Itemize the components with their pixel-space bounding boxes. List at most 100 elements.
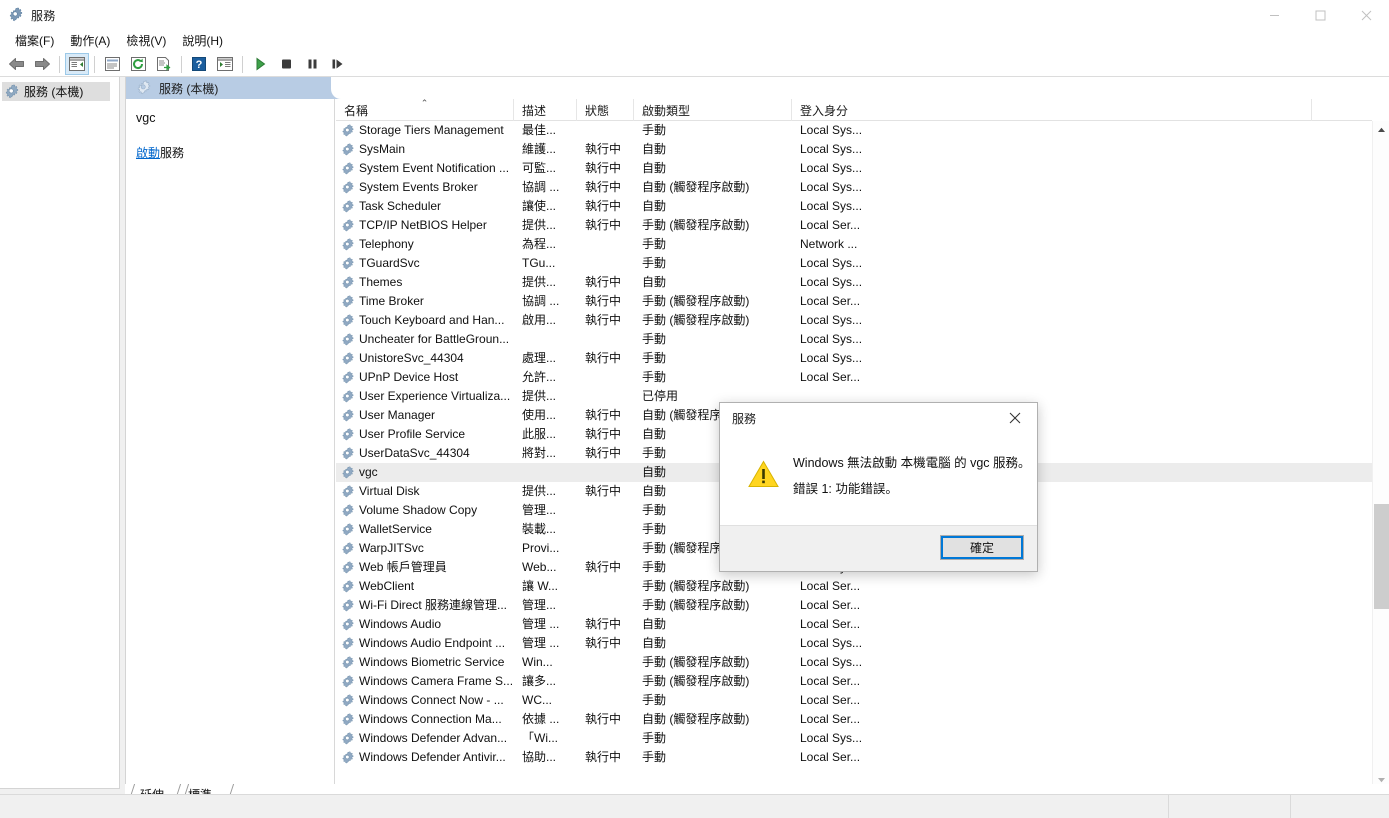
service-gear-icon: [341, 313, 355, 328]
cell-logon: Local Ser...: [800, 579, 861, 593]
cell-desc: 管理 ...: [522, 636, 560, 650]
cell-logon: Local Sys...: [800, 351, 863, 365]
table-row[interactable]: Windows Defender Advan... 「Wi... 手動 Local S…: [336, 729, 1372, 748]
cell-logon: Local Ser...: [800, 218, 861, 232]
table-row[interactable]: Themes 提供... 執行中 自動 Local Sys...: [336, 273, 1372, 292]
service-gear-icon: [341, 731, 355, 746]
table-row[interactable]: Touch Keyboard and Han... 啟用... 執行中 手動 (觸發程…: [336, 311, 1372, 330]
table-row[interactable]: WebClient 讓 W... 手動 (觸發程序啟動) Local Ser...: [336, 577, 1372, 596]
cell-state: 執行中: [585, 313, 622, 327]
service-action-suffix: 服務: [160, 146, 185, 160]
service-gear-icon: [341, 579, 355, 594]
table-row[interactable]: Windows Audio Endpoint ... 管理 ... 執行中 自動 Loc…: [336, 634, 1372, 653]
table-row[interactable]: UnistoreSvc_44304 處理... 執行中 手動 Local Sys...: [336, 349, 1372, 368]
table-row[interactable]: System Event Notification ... 可監... 執行中 自動 L…: [336, 159, 1372, 178]
cell-desc: Web...: [522, 560, 557, 574]
table-row[interactable]: Wi-Fi Direct 服務連線管理... 管理... 手動 (觸發程序啟動) Lo…: [336, 596, 1372, 615]
maximize-button[interactable]: [1297, 0, 1343, 30]
pane-header-label: 服務 (本機): [159, 81, 219, 96]
cell-name: User Profile Service: [336, 425, 514, 444]
cell-name: Telephony: [336, 235, 514, 254]
table-row[interactable]: Time Broker 協調 ... 執行中 手動 (觸發程序啟動) Local Ser…: [336, 292, 1372, 311]
service-name-label: Windows Biometric Service: [359, 655, 505, 669]
column-header-1[interactable]: 描述: [514, 99, 577, 121]
table-row[interactable]: Uncheater for BattleGroun... 手動 Local Sys.…: [336, 330, 1372, 349]
menu-action[interactable]: 動作(A): [62, 30, 118, 52]
cell-desc: 處理...: [522, 351, 557, 365]
service-name-label: User Experience Virtualiza...: [359, 389, 511, 403]
cell-startup: 自動: [642, 617, 667, 631]
column-header-3[interactable]: 啟動類型: [634, 99, 792, 121]
stop-service-button[interactable]: [274, 53, 298, 75]
dialog-close-button[interactable]: [993, 403, 1037, 433]
service-name-label: WarpJITSvc: [359, 541, 424, 555]
show-action-pane-button[interactable]: [213, 53, 237, 75]
menu-help[interactable]: 說明(H): [174, 30, 231, 52]
service-name-label: User Manager: [359, 408, 436, 422]
dialog-ok-button[interactable]: 確定: [940, 535, 1024, 560]
forward-button[interactable]: [30, 53, 54, 75]
properties-button[interactable]: [100, 53, 124, 75]
pause-service-button[interactable]: [300, 53, 324, 75]
show-hide-tree-button[interactable]: [65, 53, 89, 75]
help-question-icon[interactable]: ?: [187, 53, 211, 75]
service-name-label: Windows Connection Ma...: [359, 712, 502, 726]
refresh-button[interactable]: [126, 53, 150, 75]
minimize-button[interactable]: [1251, 0, 1297, 30]
column-header-4[interactable]: 登入身分: [792, 99, 1312, 121]
table-row[interactable]: Telephony 為程... 手動 Network ...: [336, 235, 1372, 254]
warning-triangle-icon: [748, 460, 779, 488]
cell-name: Storage Tiers Management: [336, 121, 514, 140]
back-button[interactable]: [4, 53, 28, 75]
start-service-button[interactable]: [248, 53, 272, 75]
cell-state: [577, 672, 634, 691]
cell-desc: 依據 ...: [522, 712, 560, 726]
scrollbar-thumb[interactable]: [1374, 504, 1389, 609]
table-row[interactable]: UPnP Device Host 允許... 手動 Local Ser...: [336, 368, 1372, 387]
cell-desc: 可監...: [522, 161, 557, 175]
menu-file[interactable]: 檔案(F): [7, 30, 62, 52]
services-gear-icon: [8, 7, 24, 23]
cell-name: Touch Keyboard and Han...: [336, 311, 514, 330]
restart-service-button[interactable]: [326, 53, 350, 75]
column-header-0[interactable]: 名稱 ⌃: [336, 99, 514, 121]
export-list-button[interactable]: [152, 53, 176, 75]
cell-state: 執行中: [585, 712, 622, 726]
table-row[interactable]: Windows Connect Now - ... WC... 手動 Local Se…: [336, 691, 1372, 710]
scroll-up-arrow[interactable]: [1373, 121, 1389, 138]
tree-node-services-local[interactable]: 服務 (本機): [2, 82, 110, 101]
cell-logon: Local Sys...: [800, 731, 863, 745]
table-row[interactable]: TGuardSvc TGu... 手動 Local Sys...: [336, 254, 1372, 273]
menu-bar: 檔案(F) 動作(A) 檢視(V) 說明(H): [0, 30, 1389, 52]
table-row[interactable]: Windows Biometric Service Win... 手動 (觸發程序啟…: [336, 653, 1372, 672]
table-row[interactable]: TCP/IP NetBIOS Helper 提供... 執行中 手動 (觸發程序啟動)…: [336, 216, 1372, 235]
service-name-label: Volume Shadow Copy: [359, 503, 478, 517]
service-gear-icon: [341, 256, 355, 271]
service-gear-icon: [341, 712, 355, 727]
table-row[interactable]: Windows Connection Ma... 依據 ... 執行中 自動 (觸發程…: [336, 710, 1372, 729]
cell-state: [577, 539, 634, 558]
cell-logon: Local Sys...: [800, 123, 863, 137]
table-row[interactable]: Storage Tiers Management 最佳... 手動 Local Sys…: [336, 121, 1372, 140]
service-name-label: Virtual Disk: [359, 484, 420, 498]
close-button[interactable]: [1343, 0, 1389, 30]
column-header-2[interactable]: 狀態: [577, 99, 634, 121]
vertical-scrollbar[interactable]: [1372, 121, 1389, 788]
cell-name: Virtual Disk: [336, 482, 514, 501]
start-service-link[interactable]: 啟動: [136, 146, 160, 160]
dialog-messages: Windows 無法啟動 本機電腦 的 vgc 服務。 錯誤 1: 功能錯誤。: [793, 450, 1031, 502]
table-row[interactable]: Windows Camera Frame S... 讓多... 手動 (觸發程序啟動…: [336, 672, 1372, 691]
service-name-label: Uncheater for BattleGroun...: [359, 332, 510, 346]
table-row[interactable]: SysMain 維護... 執行中 自動 Local Sys...: [336, 140, 1372, 159]
service-gear-icon: [341, 484, 355, 499]
table-row[interactable]: Windows Audio 管理 ... 執行中 自動 Local Ser...: [336, 615, 1372, 634]
table-row[interactable]: Windows Defender Antivir... 協助... 執行中 手動 Loc…: [336, 748, 1372, 767]
cell-state: [577, 729, 634, 748]
service-gear-icon: [341, 161, 355, 176]
table-row[interactable]: Task Scheduler 讓使... 執行中 自動 Local Sys...: [336, 197, 1372, 216]
menu-view[interactable]: 檢視(V): [118, 30, 174, 52]
title-bar: 服務: [0, 0, 1389, 30]
cell-logon: Local Sys...: [800, 313, 863, 327]
table-row[interactable]: System Events Broker 協調 ... 執行中 自動 (觸發程序啟動)…: [336, 178, 1372, 197]
cell-state: 執行中: [585, 161, 622, 175]
